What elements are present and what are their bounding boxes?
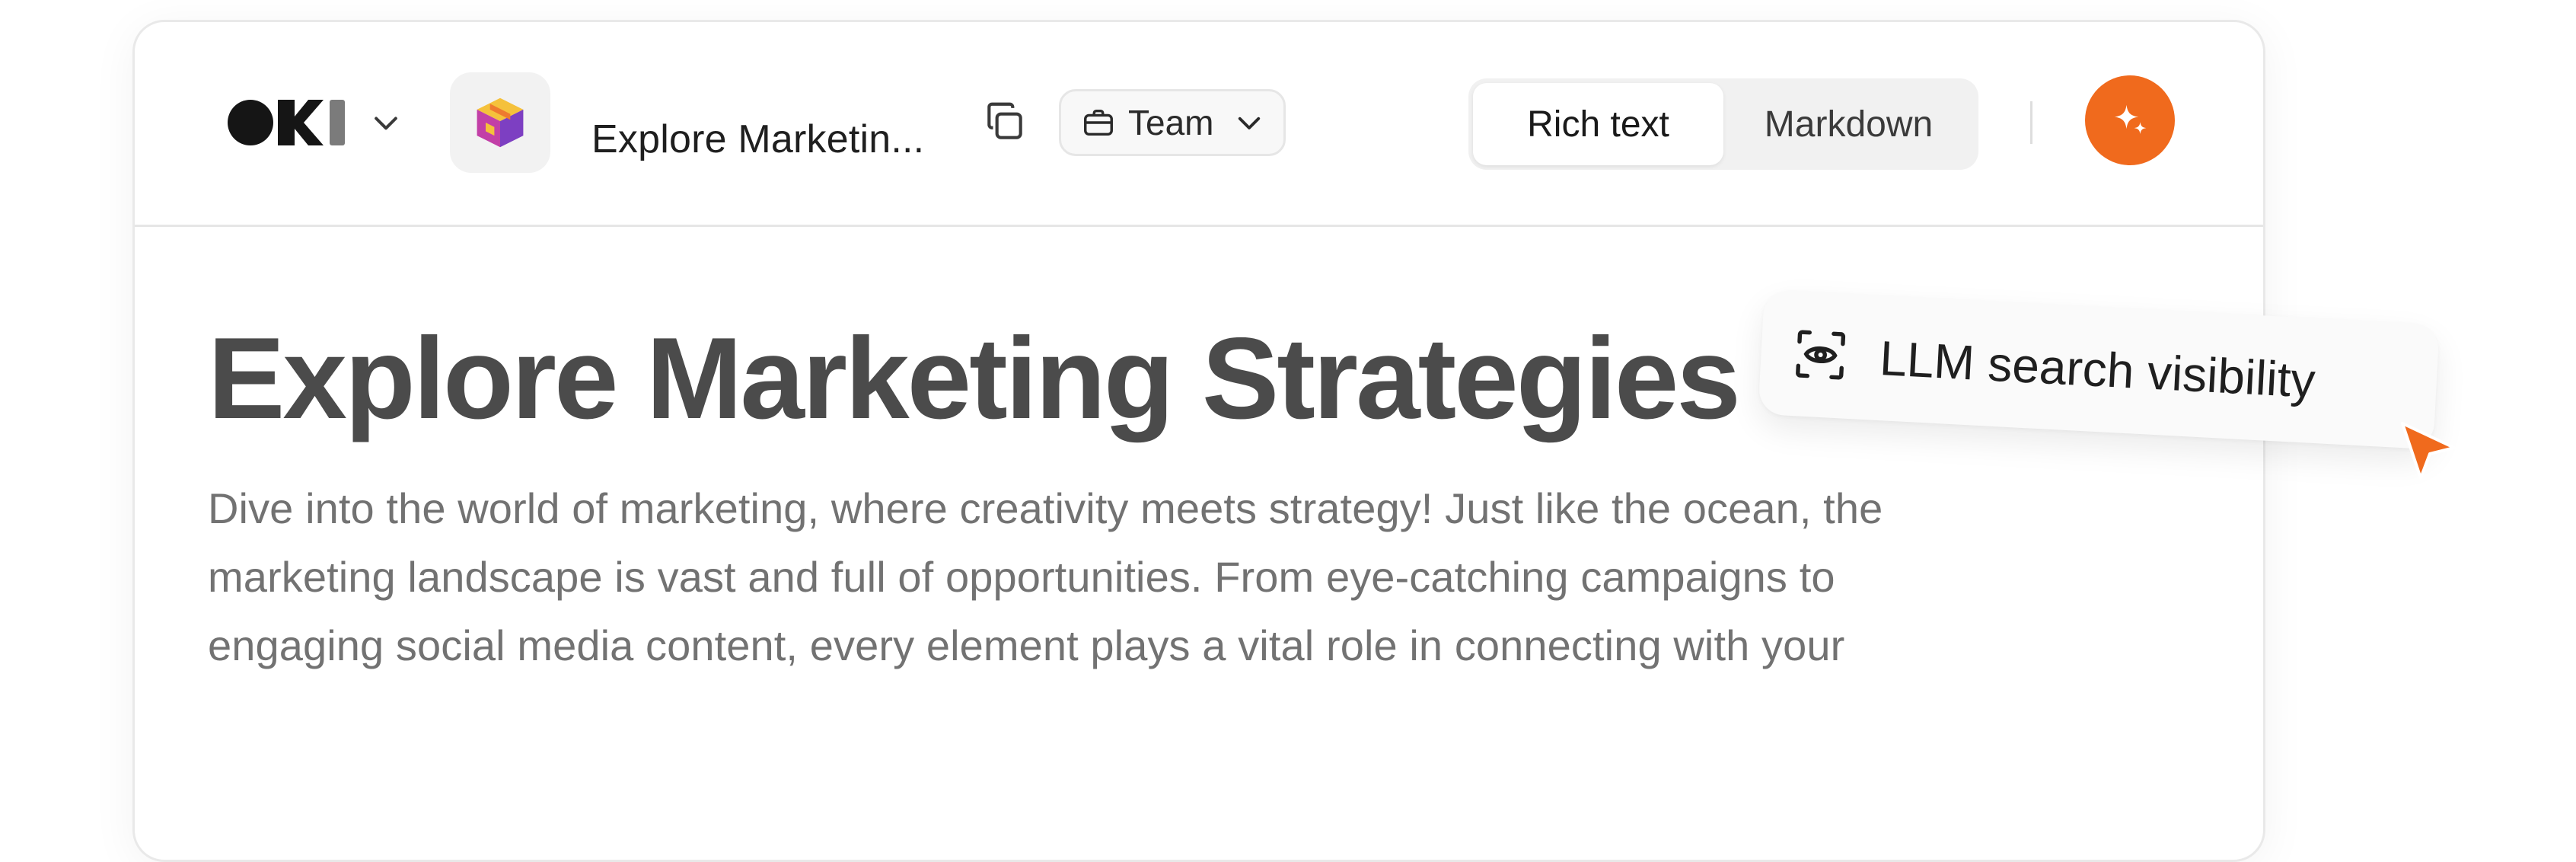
- eye-scan-icon: [1796, 330, 1846, 380]
- team-selector[interactable]: Team: [1059, 89, 1286, 156]
- page-body: Dive into the world of marketing, where …: [208, 484, 1883, 669]
- editor-card: Explore Marketin... Team Rich text Markd…: [132, 20, 2265, 862]
- document-icon-button[interactable]: [450, 72, 550, 173]
- chevron-down-icon: [1239, 117, 1261, 129]
- cursor-arrow-icon: [2401, 422, 2456, 480]
- editor-toolbar: Explore Marketin... Team Rich text Markd…: [135, 22, 2263, 227]
- ai-assistant-button[interactable]: [2085, 75, 2175, 165]
- team-label: Team: [1128, 103, 1214, 142]
- sparkle-icon: [2114, 104, 2147, 134]
- brand-logo-icon: [228, 100, 345, 145]
- chevron-down-icon: [375, 117, 397, 130]
- mode-markdown-button[interactable]: Markdown: [1723, 83, 1974, 165]
- mode-rich-text-button[interactable]: Rich text: [1473, 83, 1723, 165]
- toolbar-divider: [2030, 101, 2032, 144]
- editor-mode-switch: Rich text Markdown: [1468, 78, 1978, 170]
- copy-icon[interactable]: [981, 98, 1028, 145]
- document-title[interactable]: Explore Marketin...: [591, 117, 924, 162]
- llm-visibility-label: LLM search visibility: [1878, 330, 2317, 408]
- briefcase-icon: [1084, 109, 1113, 136]
- brand-switcher[interactable]: [226, 98, 403, 147]
- cube-icon: [477, 97, 524, 148]
